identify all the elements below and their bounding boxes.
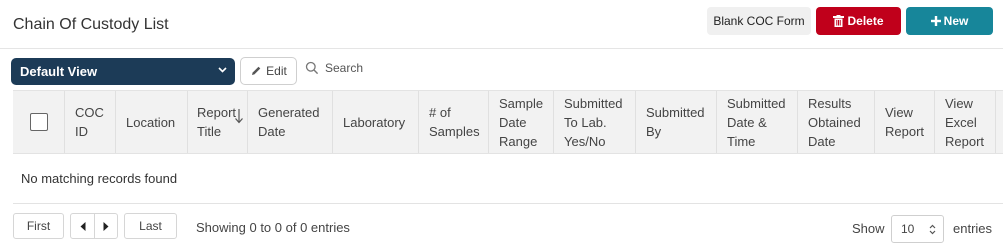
col-view-excel-report[interactable]: View Excel Report xyxy=(935,91,996,153)
next-page-icon[interactable] xyxy=(103,221,109,231)
delete-button-label: Delete xyxy=(847,14,884,28)
sort-arrow-down-icon xyxy=(235,109,243,124)
col-header-label: Sample Date Range xyxy=(499,95,544,149)
chevron-down-icon xyxy=(218,67,227,73)
col-header-label: Report Title xyxy=(197,105,237,139)
plus-icon xyxy=(930,16,941,26)
pagination-info: Showing 0 to 0 of 0 entries xyxy=(196,220,350,235)
last-page-button[interactable]: Last xyxy=(124,213,177,239)
col-coc-id[interactable]: COC ID xyxy=(65,91,116,153)
prev-next-buttons xyxy=(70,213,118,239)
new-button[interactable]: New xyxy=(906,7,993,35)
header-divider xyxy=(0,48,1003,49)
col-header-label: COC ID xyxy=(75,105,104,139)
first-page-button[interactable]: First xyxy=(13,213,64,239)
col-num-samples[interactable]: # of Samples xyxy=(419,91,489,153)
prev-page-icon[interactable] xyxy=(80,221,86,231)
col-submitted-to-lab[interactable]: Submitted To Lab. Yes/No xyxy=(554,91,636,153)
search-field[interactable]: Search xyxy=(305,61,363,75)
col-header-label: Submitted Date & Time xyxy=(727,95,786,149)
col-submitted-date-time[interactable]: Submitted Date & Time xyxy=(717,91,798,153)
search-icon xyxy=(305,61,319,75)
delete-button[interactable]: Delete xyxy=(816,7,901,35)
col-location[interactable]: Location xyxy=(116,91,188,153)
col-view-report[interactable]: View Report xyxy=(875,91,935,153)
blank-coc-form-button[interactable]: Blank COC Form xyxy=(707,7,811,35)
col-submitted-by[interactable]: Submitted By xyxy=(636,91,717,153)
col-header-label: View Excel Report xyxy=(945,95,985,149)
edit-label: Edit xyxy=(266,64,287,78)
search-label: Search xyxy=(325,61,364,75)
view-select[interactable]: Default View xyxy=(11,58,235,85)
col-header-label: Submitted By xyxy=(646,105,705,139)
col-header-label: Submitted To Lab. Yes/No xyxy=(564,95,623,149)
edit-view-button[interactable]: Edit xyxy=(240,57,297,85)
new-button-label: New xyxy=(943,14,969,28)
pager-separator xyxy=(93,213,95,239)
table-header: COC ID Location Report Title Generated D… xyxy=(13,90,1003,154)
trash-icon xyxy=(833,15,845,27)
col-header-label: Laboratory xyxy=(343,114,406,130)
col-header-label: Generated Date xyxy=(258,105,320,139)
updown-chevron-icon xyxy=(929,224,936,235)
page-size-value: 10 xyxy=(901,222,915,236)
col-header-label: # of Samples xyxy=(429,105,480,139)
select-all-checkbox[interactable] xyxy=(29,113,48,131)
col-header-label: Location xyxy=(126,114,176,130)
pencil-icon xyxy=(252,66,261,75)
col-generated-date[interactable]: Generated Date xyxy=(248,91,333,153)
entries-label: entries xyxy=(953,221,993,236)
empty-message: No matching records found xyxy=(21,171,178,186)
col-sample-date-range[interactable]: Sample Date Range xyxy=(489,91,554,153)
page-size-select[interactable]: 10 xyxy=(891,215,944,243)
page-title: Chain Of Custody List xyxy=(13,16,169,33)
col-header-label: Results Obtained Date xyxy=(808,95,861,149)
col-report-title[interactable]: Report Title xyxy=(188,91,248,153)
col-results-obtained-date[interactable]: Results Obtained Date xyxy=(798,91,875,153)
select-all-cell xyxy=(13,91,65,153)
table-body: No matching records found xyxy=(13,154,1003,204)
view-select-value: Default View xyxy=(20,64,98,79)
show-label: Show xyxy=(852,221,885,236)
col-laboratory[interactable]: Laboratory xyxy=(333,91,419,153)
col-header-label: View Report xyxy=(885,105,925,139)
